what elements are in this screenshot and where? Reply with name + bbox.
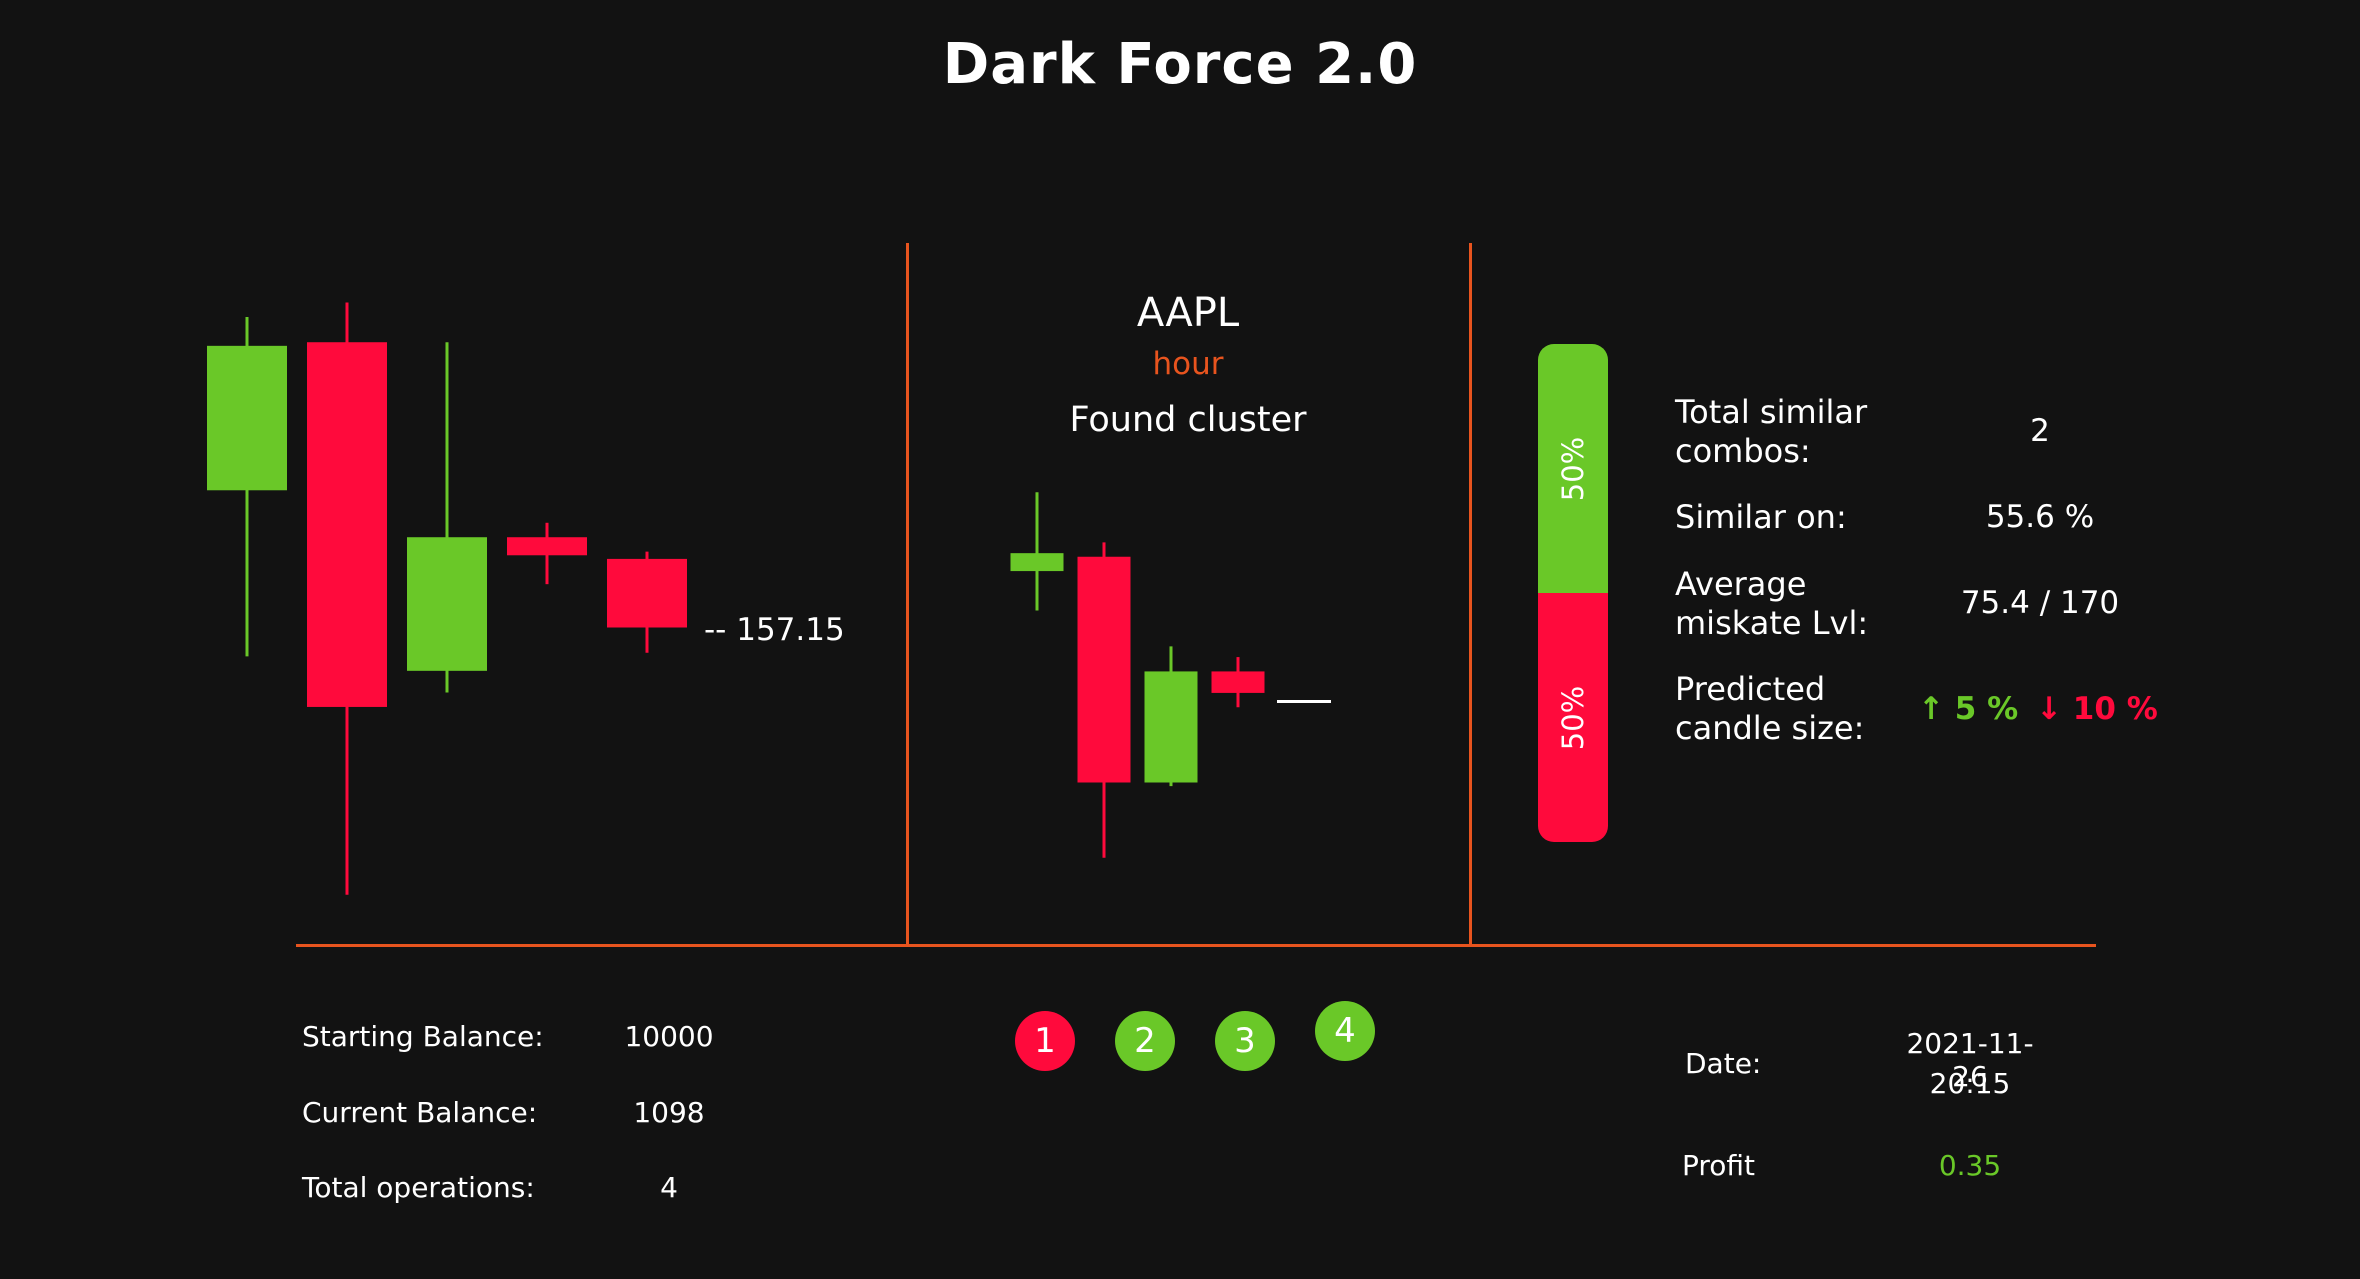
total-similar-label: Total similar combos:: [1675, 393, 1868, 470]
similar-on-label: Similar on:: [1675, 498, 1847, 536]
operation-badge-2[interactable]: 2: [1115, 1011, 1175, 1071]
operation-badge-1[interactable]: 1: [1015, 1011, 1075, 1071]
total-operations-label: Total operations:: [302, 1171, 535, 1204]
cluster-candlestick-chart: [1010, 492, 1265, 858]
operation-badge-label: 2: [1134, 1021, 1156, 1061]
avg-mistake-label: Average miskate Lvl:: [1675, 565, 1869, 642]
predicted-size-label: Predicted candle size:: [1675, 670, 1865, 747]
prediction-down-label: 50%: [1556, 685, 1590, 750]
candle-body-3: [1144, 671, 1198, 783]
candle-body-1: [1010, 553, 1064, 572]
similar-on-value: 55.6 %: [1985, 499, 2095, 535]
operation-badge-label: 1: [1034, 1021, 1056, 1061]
timeframe-label: hour: [1152, 346, 1224, 382]
candle-body-4: [507, 537, 587, 556]
total-similar-value: 2: [2030, 413, 2050, 449]
cluster-label: Found cluster: [1069, 400, 1307, 440]
cluster-next-marker: [1277, 700, 1331, 703]
prediction-down-segment: 50%: [1538, 593, 1608, 842]
predicted-up-value: ↑ 5 %: [1918, 691, 2019, 727]
baseline-divider: [296, 944, 2096, 947]
profit-value: 0.35: [1938, 1149, 2002, 1182]
operation-badge-3[interactable]: 3: [1215, 1011, 1275, 1071]
time-value: 20:15: [1929, 1067, 2011, 1100]
candle-body-4: [1211, 671, 1265, 693]
operation-badge-4[interactable]: 4: [1315, 1001, 1375, 1061]
operation-badge-label: 4: [1334, 1011, 1356, 1051]
date-label: Date:: [1685, 1047, 1762, 1080]
app-title: Dark Force 2.0: [942, 32, 1418, 97]
current-balance-label: Current Balance:: [302, 1096, 538, 1129]
current-balance-value: 1098: [633, 1096, 705, 1129]
candle-body-2: [1077, 556, 1131, 783]
operation-badge-label: 3: [1234, 1021, 1256, 1061]
candle-body-1: [207, 345, 287, 491]
starting-balance-value: 10000: [624, 1020, 714, 1053]
last-price-label: -- 157.15: [704, 612, 845, 648]
starting-balance-label: Starting Balance:: [302, 1020, 544, 1053]
profit-label: Profit: [1682, 1149, 1756, 1182]
divider-right: [1469, 243, 1472, 947]
predicted-down-value: ↓ 10 %: [2036, 691, 2158, 727]
candle-body-5: [607, 558, 687, 628]
avg-mistake-value: 75.4 / 170: [1960, 585, 2120, 621]
price-candlestick-chart: [207, 302, 687, 895]
prediction-up-segment: 50%: [1538, 344, 1608, 593]
prediction-up-label: 50%: [1556, 436, 1590, 501]
ticker-symbol: AAPL: [1136, 290, 1240, 336]
candle-body-2: [307, 342, 387, 707]
candle-body-3: [407, 537, 487, 671]
total-operations-value: 4: [660, 1171, 678, 1204]
